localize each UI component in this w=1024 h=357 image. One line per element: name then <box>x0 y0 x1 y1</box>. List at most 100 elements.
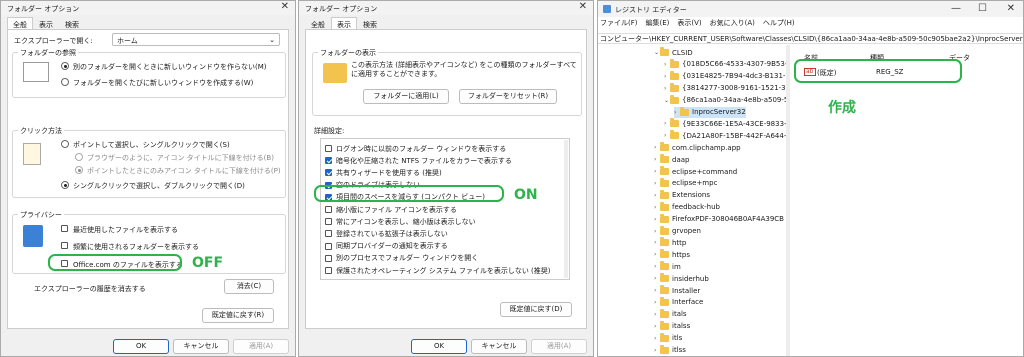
tree-scrollbar[interactable] <box>786 45 790 356</box>
tree-item[interactable]: › itlss <box>654 344 686 356</box>
menu-view[interactable]: 表示(V) <box>677 18 701 28</box>
apply-button[interactable]: 適用(A) <box>233 339 289 354</box>
cancel-button[interactable]: キャンセル <box>173 339 229 354</box>
apply-button[interactable]: 適用(A) <box>531 339 587 354</box>
tree-item[interactable]: › itls <box>654 332 682 344</box>
compact-view-highlight <box>314 185 504 202</box>
minimize-icon[interactable]: — <box>951 4 961 14</box>
tree-item[interactable]: › com.clipchamp.app <box>654 142 741 153</box>
advanced-setting-checkbox[interactable] <box>325 206 332 213</box>
advanced-setting-row[interactable]: 暗号化や圧縮された NTFS ファイルをカラーで表示する <box>325 155 512 166</box>
advanced-setting-checkbox[interactable] <box>325 218 332 226</box>
tree-item[interactable]: › https <box>654 249 690 260</box>
advanced-setting-checkbox[interactable] <box>325 254 332 262</box>
advanced-setting-label: 縮小版にファイル アイコンを表示する <box>336 205 457 214</box>
close-icon[interactable]: ✕ <box>579 2 587 12</box>
tree-item[interactable]: › italss <box>654 320 690 332</box>
settings-scrollbar[interactable] <box>564 140 568 278</box>
advanced-setting-checkbox[interactable] <box>325 242 332 250</box>
folder-view-icon <box>323 63 347 83</box>
tab-search[interactable]: 検索 <box>59 17 85 29</box>
menu-help[interactable]: ヘルプ(H) <box>763 18 795 28</box>
restore-defaults-button[interactable]: 既定値に戻す(R) <box>202 308 274 323</box>
tree-item[interactable]: › http <box>654 237 686 248</box>
reset-folders-button[interactable]: フォルダーをリセット(R) <box>459 89 557 104</box>
tree-item[interactable]: › {018D5C66-4533-4307-9B53-22 <box>664 58 786 70</box>
tree-item[interactable]: › itals <box>654 308 687 320</box>
folder-icon <box>660 166 669 175</box>
advanced-setting-checkbox[interactable] <box>325 145 332 152</box>
close-icon[interactable]: ✕ <box>281 2 289 12</box>
advanced-setting-checkbox[interactable] <box>325 157 332 165</box>
tree-item[interactable]: › {3814277-3008-9161-1521-34 <box>664 82 786 94</box>
advanced-setting-row[interactable]: 常にアイコンを表示し、縮小版は表示しない <box>325 216 476 227</box>
tree-item-label: http <box>672 238 687 247</box>
click-double-radio[interactable] <box>61 181 69 189</box>
tree-item[interactable]: › Extensions <box>654 189 710 201</box>
advanced-setting-checkbox[interactable] <box>325 267 332 274</box>
tree-item[interactable]: › feedback-hub <box>654 201 720 213</box>
folder-icon <box>670 58 679 68</box>
tree-item[interactable]: › {DA21A80F-15BF-442F-A644-6 <box>664 130 786 141</box>
tree-item[interactable]: › im <box>654 261 681 272</box>
tree-item[interactable]: › Interface <box>654 296 703 308</box>
address-bar[interactable]: コンピューター\HKEY_CURRENT_USER\Software\Class… <box>598 33 1023 44</box>
menu-favorites[interactable]: お気に入り(A) <box>710 18 755 28</box>
underline-point-radio[interactable] <box>75 166 83 174</box>
folder-icon <box>660 285 669 294</box>
regedit-app-icon <box>603 5 611 13</box>
cancel-button[interactable]: キャンセル <box>471 339 527 354</box>
menu-file[interactable]: ファイル(F) <box>600 18 638 28</box>
advanced-setting-checkbox[interactable] <box>325 230 332 238</box>
tree-item[interactable]: › Installer <box>654 285 700 296</box>
open-explorer-select[interactable]: ホーム ⌄ <box>112 33 280 46</box>
restore-defaults-button[interactable]: 既定値に戻す(D) <box>500 302 572 317</box>
tree-item-label: grvopen <box>672 227 701 235</box>
underline-browser-radio[interactable] <box>75 153 83 161</box>
advanced-setting-row[interactable]: ログオン時に以前のフォルダー ウィンドウを表示する <box>325 143 506 154</box>
tree-item[interactable]: › grvopen <box>654 225 701 237</box>
tree-item[interactable]: ⌄ CLSID <box>654 47 693 58</box>
ok-button[interactable]: OK <box>411 339 467 354</box>
tab-view[interactable]: 表示 <box>331 17 357 29</box>
registry-tree[interactable]: ⌄ CLSID › {018D5C66-4533-4307-9B53-22 › {031E… <box>598 45 786 356</box>
tree-item[interactable]: › eclipse+mpc <box>654 177 717 189</box>
tree-item[interactable]: › daap <box>654 154 689 165</box>
advanced-setting-row[interactable]: 同期プロバイダーの通知を表示する <box>325 241 448 252</box>
apply-to-folders-button[interactable]: フォルダーに適用(L) <box>363 89 449 104</box>
window-title: フォルダー オプション <box>7 5 80 13</box>
advanced-setting-row[interactable]: 登録されている拡張子は表示しない <box>325 228 448 239</box>
show-recent-files-checkbox[interactable] <box>61 225 68 232</box>
tree-item[interactable]: › FirefoxPDF-308046B0AF4A39CB <box>654 213 784 225</box>
general-panel: エクスプローラーで開く: ホーム ⌄ フォルダーの参照 別のフォルダーを開くとき… <box>7 29 289 329</box>
tree-item[interactable]: › insiderhub <box>654 273 709 284</box>
tree-item[interactable]: › {031E4825-7B94-4dc3-B131-E9 <box>664 70 786 82</box>
maximize-icon[interactable]: ☐ <box>978 4 987 14</box>
folder-view-group: フォルダーの表示 この表示方法 (詳細表示やアイコンなど) をこの種類のフォルダ… <box>312 48 582 116</box>
tree-item[interactable]: › eclipse+command <box>654 166 737 177</box>
tree-item[interactable]: ⌄ {86ca1aa0-34aa-4e8b-a509-50 <box>664 94 786 106</box>
browse-folders-group: フォルダーの参照 別のフォルダーを開くときに新しいウィンドウを作らない(M) フ… <box>12 48 286 98</box>
tab-general[interactable]: 全般 <box>305 17 331 29</box>
advanced-setting-checkbox[interactable] <box>325 169 332 177</box>
advanced-setting-label: 別のプロセスでフォルダー ウィンドウを開く <box>336 254 479 263</box>
tree-item[interactable]: › InprocServer32 <box>674 106 746 118</box>
advanced-settings-list[interactable]: ログオン時に以前のフォルダー ウィンドウを表示する 暗号化や圧縮された NTFS … <box>320 138 570 280</box>
show-recent-files-label: 最近使用したファイルを表示する <box>73 226 178 234</box>
tab-search[interactable]: 検索 <box>357 17 383 29</box>
advanced-setting-row[interactable]: 共有ウィザードを使用する (推奨) <box>325 167 442 178</box>
tab-view[interactable]: 表示 <box>33 17 59 29</box>
tree-item[interactable]: › {9E33C66E-1E5A-43CE-9833-98 <box>664 118 786 129</box>
advanced-setting-row[interactable]: 別のプロセスでフォルダー ウィンドウを開く <box>325 253 478 264</box>
click-single-radio[interactable] <box>61 140 69 148</box>
browse-same-window-radio[interactable] <box>61 62 69 70</box>
advanced-setting-row[interactable]: 保護されたオペレーティング システム ファイルを表示しない (推奨) <box>325 265 551 276</box>
advanced-setting-row[interactable]: 縮小版にファイル アイコンを表示する <box>325 204 457 215</box>
tab-general[interactable]: 全般 <box>7 17 33 29</box>
ok-button[interactable]: OK <box>113 339 169 354</box>
browse-new-window-radio[interactable] <box>61 78 69 86</box>
menu-edit[interactable]: 編集(E) <box>646 18 670 28</box>
close-icon[interactable]: ✕ <box>1007 4 1015 14</box>
show-frequent-folders-checkbox[interactable] <box>61 242 68 249</box>
clear-history-button[interactable]: 消去(C) <box>224 279 274 294</box>
